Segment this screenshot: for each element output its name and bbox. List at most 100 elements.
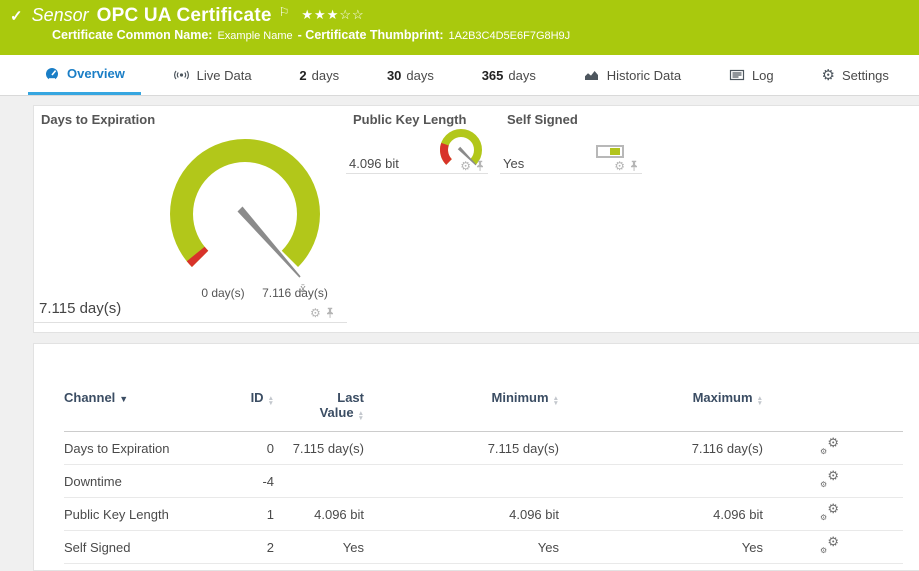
- gear-icon[interactable]: ⚙: [614, 160, 625, 172]
- tab-label: Historic Data: [607, 68, 681, 83]
- tab-label: Overview: [67, 66, 125, 81]
- self-signed-section: Self Signed Yes ⚙: [500, 106, 642, 174]
- channel-name-cell[interactable]: Days to Expiration: [64, 432, 224, 465]
- channel-id-cell: -4: [224, 465, 274, 498]
- channel-name-cell[interactable]: Downtime: [64, 465, 224, 498]
- tab-number: 365: [482, 68, 504, 83]
- tab-overview[interactable]: Overview: [28, 55, 141, 95]
- channel-last-value: Yes: [503, 156, 524, 171]
- overview-gauges-panel: Days to Expiration x̄ 0 day(s) 7.116 day…: [33, 105, 919, 333]
- stars-empty[interactable]: ☆☆: [339, 7, 364, 22]
- pin-icon[interactable]: [475, 160, 485, 172]
- gauge-red-limit: [196, 254, 200, 259]
- banner-title-row: ✓ Sensor OPC UA Certificate ⚐ ★★★☆☆: [0, 0, 919, 27]
- edit-channel-gears-icon[interactable]: ⚙⚙: [820, 505, 839, 521]
- sort-icon[interactable]: ▲▼: [268, 396, 274, 406]
- boolean-indicator-on-mark: [610, 148, 620, 155]
- indicator-title: Self Signed: [507, 112, 578, 127]
- channel-last-value: 7.115 day(s): [39, 300, 121, 317]
- tab-historic-data[interactable]: Historic Data: [568, 55, 697, 95]
- tab-bar: Overview Live Data 2 days 30 days 365 da…: [0, 55, 919, 96]
- priority-stars[interactable]: ★★★☆☆: [301, 7, 364, 23]
- sensor-subtitle: Certificate Common Name: Example Name - …: [0, 28, 919, 42]
- tab-log[interactable]: Log: [713, 55, 790, 95]
- gauge-controls: ⚙: [614, 160, 639, 172]
- tab-365-days[interactable]: 365 days: [466, 55, 552, 95]
- gear-icon: ⚙: [821, 68, 834, 83]
- minimum-cell: Yes: [364, 531, 559, 564]
- sort-icon[interactable]: ▲▼: [358, 411, 364, 421]
- tab-label: Settings: [842, 68, 889, 83]
- channel-name-cell[interactable]: Public Key Length: [64, 498, 224, 531]
- channel-last-value: 4.096 bit: [349, 156, 399, 171]
- public-key-length-section: Public Key Length 4.096 bit ⚙: [346, 106, 488, 174]
- channel-id-cell: 1: [224, 498, 274, 531]
- tab-label: days: [508, 68, 535, 83]
- maximum-cell: [559, 465, 763, 498]
- maximum-cell: 4.096 bit: [559, 498, 763, 531]
- common-name-label: Certificate Common Name:: [52, 28, 212, 42]
- gauge-max-label: 7.116 day(s): [262, 286, 328, 300]
- channel-table: Channel▼ ID▲▼ Last Value▲▼ Minimum▲▼ Max…: [64, 382, 903, 564]
- gauge-icon: [44, 66, 60, 82]
- boolean-indicator: [596, 145, 624, 158]
- minimum-cell: [364, 465, 559, 498]
- sort-desc-icon[interactable]: ▼: [119, 394, 128, 404]
- sensor-kind-label: Sensor: [32, 5, 89, 26]
- table-row[interactable]: Downtime -4 ⚙⚙: [64, 465, 903, 498]
- table-row[interactable]: Public Key Length 1 4.096 bit 4.096 bit …: [64, 498, 903, 531]
- tab-label: days: [406, 68, 433, 83]
- gear-icon[interactable]: ⚙: [460, 160, 471, 172]
- minimum-cell: 4.096 bit: [364, 498, 559, 531]
- gauge-arc: [182, 150, 309, 258]
- tab-live-data[interactable]: Live Data: [157, 55, 268, 95]
- table-header-row: Channel▼ ID▲▼ Last Value▲▼ Minimum▲▼ Max…: [64, 382, 903, 432]
- table-row[interactable]: Days to Expiration 0 7.115 day(s) 7.115 …: [64, 432, 903, 465]
- live-data-icon: [173, 67, 190, 83]
- table-row[interactable]: Self Signed 2 Yes Yes Yes ⚙⚙: [64, 531, 903, 564]
- thumbprint-label: - Certificate Thumbprint:: [298, 28, 444, 42]
- tab-settings[interactable]: ⚙ Settings: [805, 55, 904, 95]
- edit-channel-gears-icon[interactable]: ⚙⚙: [820, 472, 839, 488]
- column-header-channel[interactable]: Channel▼: [64, 382, 224, 432]
- tab-label: days: [312, 68, 339, 83]
- channel-table-panel: Channel▼ ID▲▼ Last Value▲▼ Minimum▲▼ Max…: [33, 343, 919, 571]
- tab-2-days[interactable]: 2 days: [283, 55, 355, 95]
- priority-flag-icon[interactable]: ⚐: [279, 5, 290, 19]
- sensor-status-banner: ✓ Sensor OPC UA Certificate ⚐ ★★★☆☆ Cert…: [0, 0, 919, 55]
- gauge-min-label: 0 day(s): [184, 286, 262, 300]
- log-list-icon: [729, 67, 745, 83]
- tab-label: Live Data: [197, 68, 252, 83]
- status-ok-icon: ✓: [10, 7, 23, 25]
- page-title: OPC UA Certificate: [97, 5, 272, 27]
- column-header-minimum[interactable]: Minimum▲▼: [364, 382, 559, 432]
- maximum-cell: Yes: [559, 531, 763, 564]
- tab-30-days[interactable]: 30 days: [371, 55, 450, 95]
- edit-channel-gears-icon[interactable]: ⚙⚙: [820, 439, 839, 455]
- tab-number: 2: [299, 68, 306, 83]
- column-header-maximum[interactable]: Maximum▲▼: [559, 382, 763, 432]
- last-value-cell: [274, 465, 364, 498]
- channel-id-cell: 2: [224, 531, 274, 564]
- pin-icon[interactable]: [325, 307, 335, 319]
- gauge-controls: ⚙: [310, 307, 335, 319]
- tab-label: Log: [752, 68, 774, 83]
- gauge-title: Days to Expiration: [41, 112, 155, 127]
- stars-filled[interactable]: ★★★: [301, 7, 339, 22]
- pin-icon[interactable]: [629, 160, 639, 172]
- column-header-actions: [763, 382, 903, 432]
- edit-channel-gears-icon[interactable]: ⚙⚙: [820, 538, 839, 554]
- minimum-cell: 7.115 day(s): [364, 432, 559, 465]
- column-header-last-value[interactable]: Last Value▲▼: [274, 382, 364, 432]
- sort-icon[interactable]: ▲▼: [553, 396, 559, 406]
- column-header-id[interactable]: ID▲▼: [224, 382, 274, 432]
- last-value-cell: 4.096 bit: [274, 498, 364, 531]
- maximum-cell: 7.116 day(s): [559, 432, 763, 465]
- days-to-expiration-section: Days to Expiration x̄ 0 day(s) 7.116 day…: [34, 106, 347, 323]
- gear-icon[interactable]: ⚙: [310, 307, 321, 319]
- channel-id-cell: 0: [224, 432, 274, 465]
- channel-name-cell[interactable]: Self Signed: [64, 531, 224, 564]
- area-chart-icon: [584, 67, 600, 83]
- last-value-cell: Yes: [274, 531, 364, 564]
- sort-icon[interactable]: ▲▼: [757, 396, 763, 406]
